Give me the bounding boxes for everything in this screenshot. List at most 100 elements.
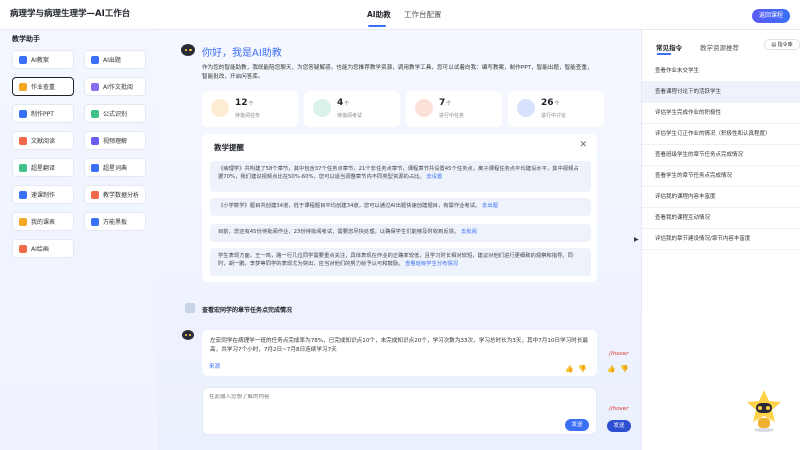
stat-icon [517,99,535,117]
top-bar: 病理学与病理生理学—AI工作台 AI助教 工作台配置 返回课程 [0,0,800,30]
view-student-distribution-link[interactable]: 查看班级学生分布情况 [405,261,458,267]
stat-number: 12个 [235,98,254,108]
command-item[interactable]: 评估我的课程内容丰富度 [642,187,800,208]
stat-number: 4个 [337,98,350,108]
mascot-robot-icon [747,390,781,432]
stat-card[interactable]: 26个 进行中讨论 [508,91,604,127]
tool-button[interactable]: 文献阅读 [12,131,74,150]
command-item[interactable]: 查看学生的章节任务点完成情况 [642,166,800,187]
stat-icon [313,99,331,117]
tool-label: AI作文批阅 [103,84,133,91]
active-tab-indicator [657,53,671,55]
stat-label: 进行中任务 [439,113,465,119]
tool-button[interactable]: 速课制作 [12,185,74,204]
teaching-reminder-card: 教学提醒 ✕ 《病理学》共构建了58个章节，其中包含37个任务点章节，21个非任… [202,134,597,282]
tool-icon [19,163,27,172]
tool-button[interactable]: 教学数据分析 [84,185,146,204]
tool-label: 我的课表 [31,219,56,226]
go-grade-link[interactable]: 去批阅 [461,229,477,235]
tool-icon [91,55,99,64]
tool-label: 速课制作 [31,192,56,199]
tool-icon [91,190,99,199]
tool-label: 超星词典 [103,165,128,172]
thumbs-down-hover-icon[interactable]: 👎 [620,365,629,373]
command-item[interactable]: 查看作业未交学生 [642,61,800,82]
reminder-title: 教学提醒 [214,143,244,152]
tool-icon [19,244,27,253]
stat-icon [211,99,229,117]
reminder-item: 《小学数学》题目共创建34道，低于课程题目平均创建34道，您可以通过AI出题快速… [210,198,591,216]
stat-label: 待批阅任务 [235,113,261,119]
tab-ai-assistant[interactable]: AI助教 [367,9,391,20]
tool-icon [19,55,27,64]
command-item[interactable]: 查看课程讨论下的活跃学生 [642,82,800,103]
reminder-item: 目前，您还有45份待批阅作业，23份待批阅考试，需要您尽快处理，以确保学生们能够… [210,224,591,242]
tool-label: 文献阅读 [31,138,56,145]
tool-button[interactable]: 我的课表 [12,212,74,231]
stat-card[interactable]: 7个进行中任务 [406,91,502,127]
hover-note: //hover [609,406,629,412]
send-button-hover[interactable]: 发送 [607,420,631,432]
tool-icon [91,217,99,226]
stat-card[interactable]: 4个待批阅考试 [304,91,400,127]
stat-card[interactable]: 12个待批阅任务 [202,91,298,127]
tab-workbench-config[interactable]: 工作台配置 [404,9,442,20]
tool-button[interactable]: 超星翻译 [12,158,74,177]
command-item[interactable]: 评估学生完成作业的积极性 [642,103,800,124]
tool-icon [91,109,99,118]
tool-icon [19,82,27,91]
thumbs-up-hover-icon[interactable]: 👍 [607,365,616,373]
tool-label: 教学数据分析 [103,192,140,199]
go-create-questions-link[interactable]: 去出题 [482,203,498,209]
tool-button[interactable]: 公式识别 [84,104,146,123]
tool-button[interactable]: 视频理解 [84,131,146,150]
app-title: 病理学与病理生理学—AI工作台 [10,9,131,19]
tool-button[interactable]: 万能黑板 [84,212,146,231]
reminder-item: 学生表现方面，王一鸣，路一行几位同学需要重点关注，具体表现在作业的正确率较低，且… [210,248,591,276]
tool-label: 超星翻译 [31,165,56,172]
tool-label: AI教案 [31,57,49,64]
library-icon: ▤ [771,42,777,48]
go-settings-link[interactable]: 去设置 [426,174,442,180]
tool-label: AI出题 [103,57,121,64]
tool-icon [19,136,27,145]
stat-icon [415,99,433,117]
stat-label: 待批阅考试 [337,113,363,119]
tool-label: 公式识别 [103,111,128,118]
tool-button[interactable]: AI绘画 [12,239,74,258]
command-item[interactable]: 查看班级学生的章节任务点完成情况 [642,145,800,166]
tool-button[interactable]: AI教案 [12,50,74,69]
command-item[interactable]: 评估学生订正作业的情况（积极性和认真程度） [642,124,800,145]
chat-input[interactable] [209,394,509,400]
tool-button[interactable]: 制作PPT [12,104,74,123]
tool-icon [19,217,27,226]
source-link[interactable]: 来源 [209,362,220,370]
active-tab-indicator [368,25,386,27]
tool-icon [19,109,27,118]
tab-common-commands[interactable]: 常见指令 [656,42,682,52]
command-library-button[interactable]: ▤ 指令库 [764,39,800,50]
command-item[interactable]: 查看我的课程互动情况 [642,208,800,229]
tab-resource-recommend[interactable]: 教学资源推荐 [700,42,739,52]
collapse-panel-icon[interactable]: ▶ [634,236,639,243]
hover-note: //hover [609,351,629,357]
return-course-button[interactable]: 返回课程 [752,9,790,23]
tool-button[interactable]: AI作文批阅 [84,77,146,96]
send-button[interactable]: 发送 [565,419,589,431]
tool-label: 万能黑板 [103,219,128,226]
tool-icon [91,82,99,91]
tool-button[interactable]: 超星词典 [84,158,146,177]
thumbs-down-icon[interactable]: 👎 [578,365,587,373]
chat-input-box[interactable] [202,387,597,435]
command-item[interactable]: 评估我的章节建设情况/章节内容丰富度 [642,229,800,250]
thumbs-up-icon[interactable]: 👍 [565,365,574,373]
tool-icon [19,190,27,199]
tool-button[interactable]: AI出题 [84,50,146,69]
stat-number: 7个 [439,98,452,108]
close-icon[interactable]: ✕ [579,140,587,150]
assistant-avatar-icon [181,44,195,56]
tool-icon [91,136,99,145]
stat-label: 进行中讨论 [541,113,567,119]
tool-button[interactable]: 作业查重 [12,77,74,96]
user-question: 查看宏同学的章节任务点完成情况 [202,307,293,314]
